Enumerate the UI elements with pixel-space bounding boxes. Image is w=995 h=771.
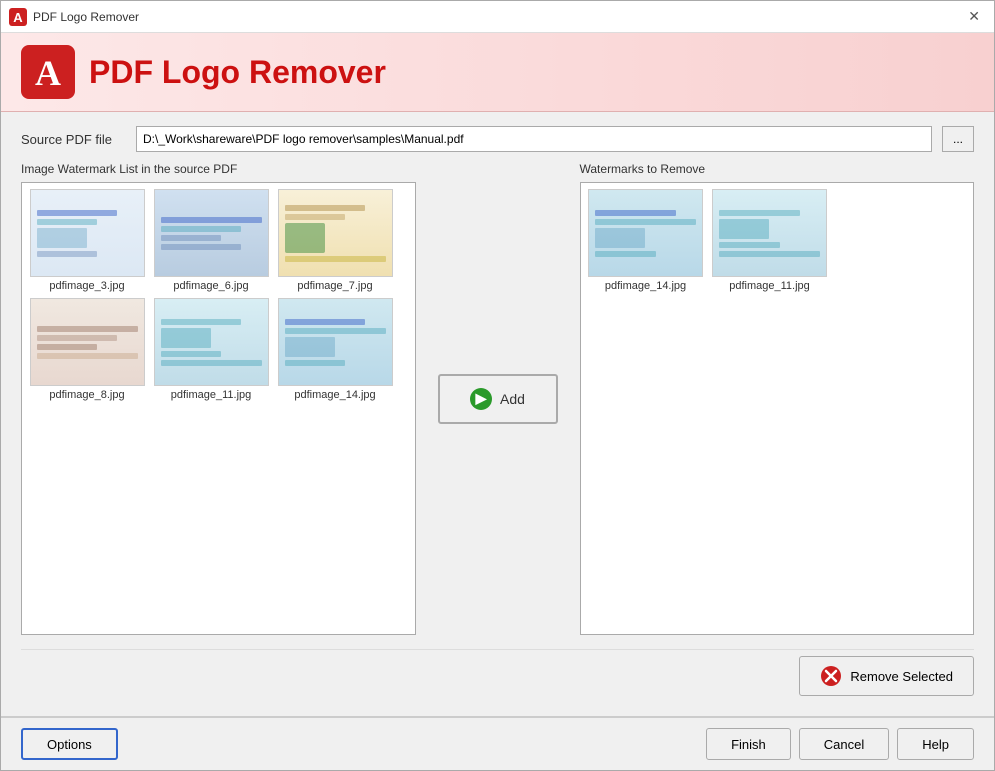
add-button-label: Add [500,391,525,407]
main-content: Source PDF file ... Image Watermark List… [1,112,994,716]
cancel-button[interactable]: Cancel [799,728,889,760]
thumbnail-pdfimage14r [588,189,703,277]
thumb-label-14: pdfimage_14.jpg [294,389,375,401]
svg-text:A: A [35,53,61,93]
thumbnail-pdfimage7 [278,189,393,277]
thumb-label-11: pdfimage_11.jpg [171,389,252,401]
header-banner: A PDF Logo Remover [1,33,994,112]
right-panel-label: Watermarks to Remove [580,162,975,176]
watermarks-to-remove-list[interactable]: pdfimage_14.jpg pdfimage_11.jpg [580,182,975,635]
app-icon: A [9,8,27,26]
thumb-label-8: pdfimage_8.jpg [49,389,124,401]
footer-bar: Options Finish Cancel Help [1,716,994,770]
thumb-label-14r: pdfimage_14.jpg [605,280,686,292]
title-bar: A PDF Logo Remover ✕ [1,1,994,33]
panels-area: Image Watermark List in the source PDF [21,162,974,635]
thumbnail-pdfimage11r [712,189,827,277]
thumbnail-pdfimage3 [30,189,145,277]
list-item[interactable]: pdfimage_14.jpg [587,189,705,292]
title-bar-left: A PDF Logo Remover [9,8,139,26]
header-logo-icon: A [21,45,75,99]
source-row: Source PDF file ... [21,126,974,152]
remove-selected-button[interactable]: Remove Selected [799,656,974,696]
svg-text:A: A [13,10,23,25]
add-icon: ▶ [470,388,492,410]
options-button[interactable]: Options [21,728,118,760]
thumb-label-3: pdfimage_3.jpg [49,280,124,292]
middle-panel: ▶ Add [428,162,568,635]
thumb-label-7: pdfimage_7.jpg [297,280,372,292]
title-bar-text: PDF Logo Remover [33,10,139,24]
remove-selected-label: Remove Selected [850,669,953,684]
header-title: PDF Logo Remover [89,54,386,91]
left-panel: Image Watermark List in the source PDF [21,162,416,635]
list-item[interactable]: pdfimage_11.jpg [152,298,270,401]
source-watermarks-list[interactable]: pdfimage_3.jpg pdfimage_6.jpg [21,182,416,635]
bottom-actions: Remove Selected [21,649,974,702]
list-item[interactable]: pdfimage_11.jpg [711,189,829,292]
thumbnail-pdfimage11 [154,298,269,386]
footer-left: Options [21,728,118,760]
thumbnail-pdfimage14 [278,298,393,386]
left-panel-label: Image Watermark List in the source PDF [21,162,416,176]
browse-button[interactable]: ... [942,126,974,152]
list-item[interactable]: pdfimage_8.jpg [28,298,146,401]
add-button[interactable]: ▶ Add [438,374,558,424]
close-button[interactable]: ✕ [962,6,986,27]
finish-button[interactable]: Finish [706,728,791,760]
list-item[interactable]: pdfimage_6.jpg [152,189,270,292]
list-item[interactable]: pdfimage_7.jpg [276,189,394,292]
source-path-input[interactable] [136,126,932,152]
thumb-label-11r: pdfimage_11.jpg [729,280,810,292]
footer-right: Finish Cancel Help [706,728,974,760]
source-label: Source PDF file [21,132,126,147]
thumbnail-pdfimage6 [154,189,269,277]
remove-icon [820,665,842,687]
list-item[interactable]: pdfimage_3.jpg [28,189,146,292]
thumbnail-pdfimage8 [30,298,145,386]
help-button[interactable]: Help [897,728,974,760]
right-panel: Watermarks to Remove pdfimage_14.jpg [580,162,975,635]
list-item[interactable]: pdfimage_14.jpg [276,298,394,401]
thumb-label-6: pdfimage_6.jpg [173,280,248,292]
app-window: A PDF Logo Remover ✕ A PDF Logo Remover … [0,0,995,771]
